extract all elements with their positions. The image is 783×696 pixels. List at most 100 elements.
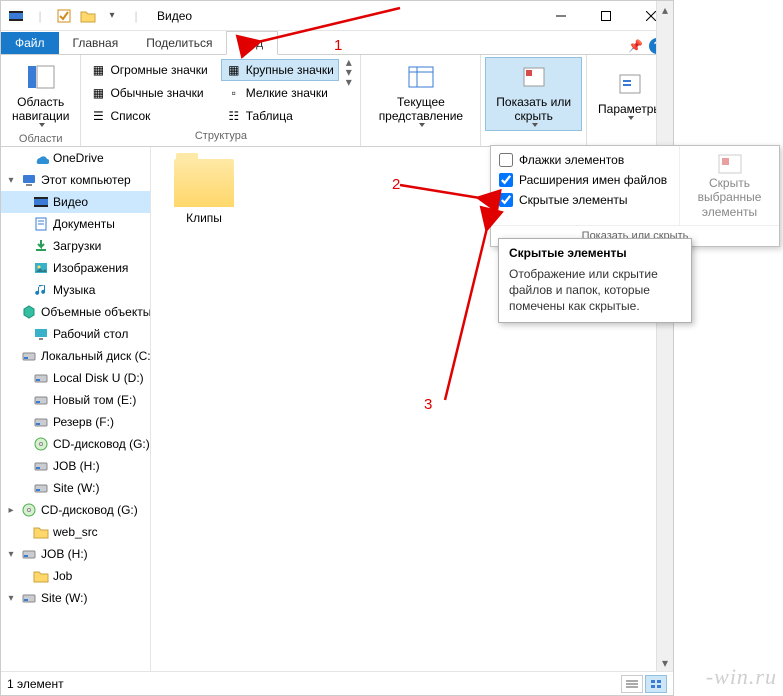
hide-selected-button[interactable]: Скрыть выбранные элементы	[679, 146, 779, 225]
titlebar: | ▾ | Видео	[1, 1, 673, 31]
tree-item[interactable]: ▾ Site (W:)	[1, 587, 150, 609]
annotation-2: 2	[392, 176, 400, 193]
small-icon: ▫	[226, 85, 242, 101]
tree-item[interactable]: Job	[1, 565, 150, 587]
tree-item-label: OneDrive	[53, 151, 104, 165]
details-icon: ☷	[226, 108, 242, 124]
navigation-tree[interactable]: OneDrive ▾ Этот компьютер Видео Документы Заг…	[1, 147, 151, 671]
layout-large[interactable]: ▦Крупные значки	[221, 59, 339, 81]
tree-item-label: Этот компьютер	[41, 173, 131, 187]
scroll-down-icon[interactable]: ▾	[657, 654, 673, 671]
tab-view[interactable]: Вид	[226, 31, 278, 55]
tab-file[interactable]: Файл	[1, 32, 59, 54]
large-icon: ▦	[226, 62, 242, 78]
qat-dropdown-icon[interactable]: ▾	[101, 5, 123, 27]
folder-icon	[33, 524, 49, 540]
tree-item-label: Новый том (E:)	[53, 393, 136, 407]
annotation-1: 1	[334, 37, 342, 54]
maximize-button[interactable]	[583, 1, 628, 31]
layout-medium[interactable]: ▦Обычные значки	[85, 82, 212, 104]
statusbar: 1 элемент	[1, 671, 673, 695]
layout-extra-large[interactable]: ▦Огромные значки	[85, 59, 212, 81]
tree-item[interactable]: Музыка	[1, 279, 150, 301]
tree-item[interactable]: Изображения	[1, 257, 150, 279]
show-hide-button[interactable]: Показать или скрыть	[485, 57, 582, 131]
checkbox-row[interactable]: Флажки элементов	[499, 150, 671, 170]
tree-item[interactable]: Резерв (F:)	[1, 411, 150, 433]
checkbox-row[interactable]: Расширения имен файлов	[499, 170, 671, 190]
navigation-pane-label: Область навигации	[12, 95, 69, 124]
tree-item-label: Документы	[53, 217, 115, 231]
show-hide-label: Показать или скрыть	[492, 95, 575, 124]
tab-share[interactable]: Поделиться	[132, 32, 226, 54]
tree-item[interactable]: Рабочий стол	[1, 323, 150, 345]
expand-icon[interactable]: ▾	[5, 175, 17, 186]
checkbox[interactable]	[499, 193, 513, 207]
tooltip: Скрытые элементы Отображение или скрытие…	[498, 238, 692, 323]
folder-label: Клипы	[186, 211, 222, 225]
tree-item[interactable]: web_src	[1, 521, 150, 543]
qat-checkbox-icon[interactable]	[53, 5, 75, 27]
current-view-button[interactable]: Текущее представление	[365, 57, 476, 131]
qat-folder-icon[interactable]	[77, 5, 99, 27]
extra-large-icon: ▦	[90, 62, 106, 78]
tree-item[interactable]: Локальный диск (C:)	[1, 345, 150, 367]
tree-item[interactable]: ▸CD-дисковод (G:)	[1, 499, 150, 521]
tree-item[interactable]: Local Disk U (D:)	[1, 367, 150, 389]
downloads-icon	[33, 238, 49, 254]
tree-item-label: Job	[53, 569, 72, 583]
scroll-up-icon[interactable]: ▴	[657, 1, 673, 18]
gallery-expand[interactable]: ▾	[343, 77, 355, 87]
disk-icon	[21, 348, 37, 364]
tree-item-label: JOB (H:)	[41, 547, 88, 561]
app-icon	[5, 5, 27, 27]
disk-icon	[21, 590, 37, 606]
minimize-button[interactable]	[538, 1, 583, 31]
current-view-icon	[405, 61, 437, 93]
checkbox-row[interactable]: Скрытые элементы	[499, 190, 671, 210]
3d-icon	[21, 304, 37, 320]
vertical-scrollbar[interactable]: ▴ ▾	[656, 1, 673, 671]
tooltip-body: Отображение или скрытие файлов и папок, …	[509, 266, 681, 315]
checkbox-label: Флажки элементов	[519, 153, 624, 167]
checkbox-label: Расширения имен файлов	[519, 173, 667, 187]
current-view-label: Текущее представление	[372, 95, 469, 124]
expand-icon[interactable]: ▾	[5, 593, 17, 604]
tree-item[interactable]: ▾ JOB (H:)	[1, 543, 150, 565]
tree-item-label: Изображения	[53, 261, 128, 275]
video-icon	[33, 194, 49, 210]
tree-item[interactable]: Документы	[1, 213, 150, 235]
pc-icon	[21, 172, 37, 188]
pictures-icon	[33, 260, 49, 276]
navigation-pane-icon	[25, 61, 57, 93]
tree-item[interactable]: Site (W:)	[1, 477, 150, 499]
layout-small[interactable]: ▫Мелкие значки	[221, 82, 339, 104]
expand-icon[interactable]: ▸	[5, 505, 17, 516]
pin-icon[interactable]: 📌	[628, 39, 643, 53]
tree-item[interactable]: Новый том (E:)	[1, 389, 150, 411]
folder-item[interactable]: Клипы	[159, 155, 249, 229]
navigation-pane-button[interactable]: Область навигации	[5, 57, 76, 131]
tab-home[interactable]: Главная	[59, 32, 133, 54]
tree-item[interactable]: JOB (H:)	[1, 455, 150, 477]
show-hide-dropdown: Флажки элементов Расширения имен файлов Ск…	[490, 145, 780, 247]
tree-item[interactable]: OneDrive	[1, 147, 150, 169]
expand-icon[interactable]: ▾	[5, 549, 17, 560]
view-large-icons-button[interactable]	[645, 675, 667, 693]
hide-selected-icon	[716, 152, 744, 176]
view-details-button[interactable]	[621, 675, 643, 693]
folder-icon	[174, 159, 234, 207]
checkbox[interactable]	[499, 173, 513, 187]
layout-list[interactable]: ☰Список	[85, 105, 212, 127]
list-icon: ☰	[90, 108, 106, 124]
tree-item[interactable]: CD-дисковод (G:)	[1, 433, 150, 455]
tree-item[interactable]: Объемные объекты	[1, 301, 150, 323]
layout-details[interactable]: ☷Таблица	[221, 105, 339, 127]
tree-item-label: Site (W:)	[41, 591, 87, 605]
docs-icon	[33, 216, 49, 232]
checkbox[interactable]	[499, 153, 513, 167]
tree-item[interactable]: Видео	[1, 191, 150, 213]
folder-icon	[33, 568, 49, 584]
tree-item[interactable]: ▾ Этот компьютер	[1, 169, 150, 191]
tree-item[interactable]: Загрузки	[1, 235, 150, 257]
